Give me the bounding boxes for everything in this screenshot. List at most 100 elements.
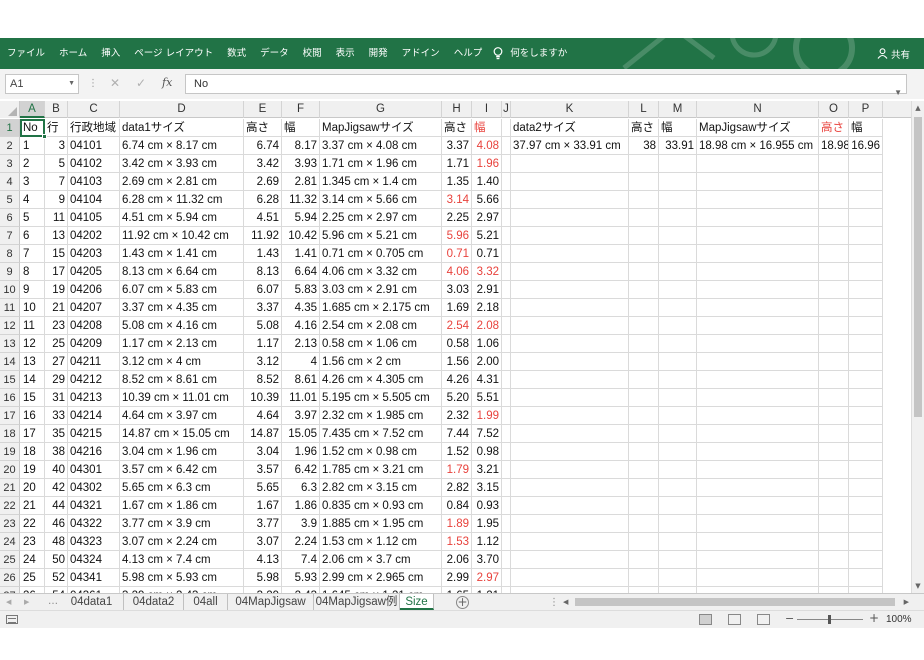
cell-row[interactable]: 38 bbox=[45, 443, 68, 461]
cell-mapjigsaw2-size[interactable] bbox=[697, 353, 819, 371]
cell-no[interactable]: 3 bbox=[20, 173, 45, 191]
cell-mj2-width[interactable] bbox=[849, 299, 883, 317]
cell-data2-size[interactable] bbox=[511, 245, 629, 263]
cell-mapjigsaw2-size[interactable] bbox=[697, 569, 819, 587]
cell-mj2-width[interactable] bbox=[849, 461, 883, 479]
ribbon-tab-page-layout[interactable]: ページ レイアウト bbox=[127, 38, 220, 69]
name-box[interactable]: A1 ▼ bbox=[5, 74, 79, 94]
row-header[interactable]: 23 bbox=[0, 515, 20, 533]
cell-row[interactable]: 9 bbox=[45, 191, 68, 209]
cell-mapjigsaw2-size[interactable] bbox=[697, 461, 819, 479]
cell-no[interactable]: 21 bbox=[20, 497, 45, 515]
column-header-m[interactable]: M bbox=[659, 101, 697, 118]
cell-mapjigsaw-size[interactable]: 2.54 cm × 2.08 cm bbox=[320, 317, 442, 335]
cell-region[interactable]: 04208 bbox=[68, 317, 120, 335]
cell-d2-height[interactable]: 高さ bbox=[629, 119, 659, 137]
row-header[interactable]: 22 bbox=[0, 497, 20, 515]
row-header[interactable]: 17 bbox=[0, 407, 20, 425]
cell-mj2-height[interactable] bbox=[819, 173, 849, 191]
cell-row[interactable]: 15 bbox=[45, 245, 68, 263]
cell-spacer[interactable] bbox=[502, 479, 511, 497]
cell-data1-size[interactable]: 3.12 cm × 4 cm bbox=[120, 353, 244, 371]
cell-d2-height[interactable] bbox=[629, 281, 659, 299]
horizontal-scroll-thumb[interactable] bbox=[575, 598, 895, 606]
cell-mj2-height[interactable] bbox=[819, 533, 849, 551]
scroll-down-icon[interactable]: ▼ bbox=[912, 579, 924, 593]
cell-data1-size[interactable]: 11.92 cm × 10.42 cm bbox=[120, 227, 244, 245]
row-header[interactable]: 4 bbox=[0, 173, 20, 191]
cell-mapjigsaw2-size[interactable]: 18.98 cm × 16.955 cm bbox=[697, 137, 819, 155]
cell-height[interactable]: 5.98 bbox=[244, 569, 282, 587]
cell-mapjigsaw2-size[interactable] bbox=[697, 299, 819, 317]
cell-data2-size[interactable] bbox=[511, 371, 629, 389]
cell-mj2-width[interactable] bbox=[849, 515, 883, 533]
cell-no[interactable]: 4 bbox=[20, 191, 45, 209]
cell-row[interactable]: 35 bbox=[45, 425, 68, 443]
next-sheet-icon[interactable]: ▶ bbox=[24, 594, 29, 611]
cell-region[interactable]: 04212 bbox=[68, 371, 120, 389]
tab-split-handle-icon[interactable]: ⋮ bbox=[549, 597, 559, 608]
cell-height[interactable]: 14.87 bbox=[244, 425, 282, 443]
cell-width[interactable]: 1.41 bbox=[282, 245, 320, 263]
ribbon-tab-insert[interactable]: 挿入 bbox=[94, 38, 127, 69]
cell-mj-height[interactable]: 0.84 bbox=[442, 497, 472, 515]
cell-mj-width[interactable]: 1.40 bbox=[472, 173, 502, 191]
cell-d2-width[interactable] bbox=[659, 497, 697, 515]
cell-mj-width[interactable]: 3.15 bbox=[472, 479, 502, 497]
cell-row[interactable]: 40 bbox=[45, 461, 68, 479]
ribbon-tab-home[interactable]: ホーム bbox=[52, 38, 94, 69]
cell-mj-width[interactable]: 0.71 bbox=[472, 245, 502, 263]
cell-no[interactable]: 13 bbox=[20, 353, 45, 371]
cell-width[interactable]: 8.17 bbox=[282, 137, 320, 155]
cell-region[interactable]: 行政地域 bbox=[68, 119, 120, 137]
cell-data2-size[interactable] bbox=[511, 335, 629, 353]
cell-data2-size[interactable] bbox=[511, 389, 629, 407]
cell-width[interactable]: 5.93 bbox=[282, 569, 320, 587]
cell-mj-height[interactable]: 1.79 bbox=[442, 461, 472, 479]
cell-region[interactable]: 04215 bbox=[68, 425, 120, 443]
add-sheet-icon[interactable]: + bbox=[456, 596, 469, 609]
cell-mapjigsaw-size[interactable]: 2.32 cm × 1.985 cm bbox=[320, 407, 442, 425]
cell-row[interactable]: 21 bbox=[45, 299, 68, 317]
cell-d2-height[interactable] bbox=[629, 389, 659, 407]
cell-mj-width[interactable]: 0.98 bbox=[472, 443, 502, 461]
ribbon-tab-developer[interactable]: 開発 bbox=[362, 38, 395, 69]
cell-spacer[interactable] bbox=[502, 173, 511, 191]
cell-data2-size[interactable] bbox=[511, 299, 629, 317]
cell-no[interactable]: 20 bbox=[20, 479, 45, 497]
cell-no[interactable]: 15 bbox=[20, 389, 45, 407]
sheet-tab[interactable]: 04all bbox=[184, 594, 228, 610]
cell-mj2-height[interactable] bbox=[819, 515, 849, 533]
cell-mj2-width[interactable]: 幅 bbox=[849, 119, 883, 137]
cell-mapjigsaw-size[interactable]: 3.14 cm × 5.66 cm bbox=[320, 191, 442, 209]
cell-region[interactable]: 04205 bbox=[68, 263, 120, 281]
cell-mj2-width[interactable] bbox=[849, 209, 883, 227]
cell-mj-height[interactable]: 2.32 bbox=[442, 407, 472, 425]
cell-data2-size[interactable] bbox=[511, 281, 629, 299]
cell-mj2-height[interactable] bbox=[819, 569, 849, 587]
cell-height[interactable]: 3.37 bbox=[244, 299, 282, 317]
cell-height[interactable]: 5.08 bbox=[244, 317, 282, 335]
cell-no[interactable]: 24 bbox=[20, 551, 45, 569]
cell-mapjigsaw-size[interactable]: 2.82 cm × 3.15 cm bbox=[320, 479, 442, 497]
column-header-a[interactable]: A bbox=[20, 101, 45, 118]
zoom-out-icon[interactable]: − bbox=[785, 612, 794, 625]
cell-mj-height[interactable]: 2.82 bbox=[442, 479, 472, 497]
cell-no[interactable]: 14 bbox=[20, 371, 45, 389]
cell-mj-height[interactable]: 高さ bbox=[442, 119, 472, 137]
cell-d2-height[interactable] bbox=[629, 479, 659, 497]
cell-mj2-width[interactable] bbox=[849, 551, 883, 569]
cell-spacer[interactable] bbox=[502, 497, 511, 515]
cell-mj2-width[interactable] bbox=[849, 407, 883, 425]
cell-mj-height[interactable]: 3.37 bbox=[442, 137, 472, 155]
cell-mapjigsaw-size[interactable]: 1.345 cm × 1.4 cm bbox=[320, 173, 442, 191]
cell-height[interactable]: 2.69 bbox=[244, 173, 282, 191]
cell-data2-size[interactable] bbox=[511, 407, 629, 425]
cell-mapjigsaw2-size[interactable] bbox=[697, 209, 819, 227]
cell-region[interactable]: 04214 bbox=[68, 407, 120, 425]
cell-no[interactable]: 22 bbox=[20, 515, 45, 533]
cell-mapjigsaw-size[interactable]: 1.685 cm × 2.175 cm bbox=[320, 299, 442, 317]
cell-d2-width[interactable] bbox=[659, 191, 697, 209]
cell-d2-width[interactable] bbox=[659, 425, 697, 443]
cell-data1-size[interactable]: 5.98 cm × 5.93 cm bbox=[120, 569, 244, 587]
